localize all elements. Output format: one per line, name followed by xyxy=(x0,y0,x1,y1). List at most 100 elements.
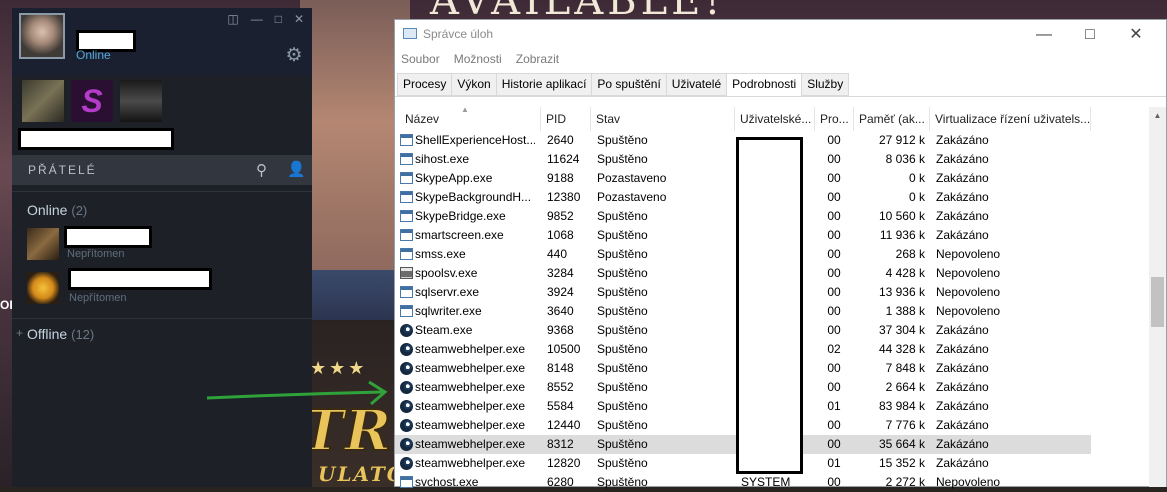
process-pid: 9368 xyxy=(547,323,574,337)
group-online-header[interactable]: Online (2) xyxy=(27,202,87,218)
process-status: Spuštěno xyxy=(597,304,648,318)
process-name: steamwebhelper.exe xyxy=(415,342,526,356)
divider xyxy=(12,318,312,319)
process-memory: 7 776 k xyxy=(885,418,925,432)
group-offline-count: (12) xyxy=(71,327,95,342)
table-row[interactable]: svchost.exe 6280 Spuštěno SYSTEM 00 2 272 k Ne… xyxy=(395,473,1091,492)
minimize-icon[interactable]: — xyxy=(251,12,263,26)
column-header-user[interactable]: Uživatelské... xyxy=(735,107,815,131)
process-cpu: 00 xyxy=(827,475,841,489)
menu-soubor[interactable]: Soubor xyxy=(401,52,440,66)
window-icon xyxy=(400,191,413,203)
process-pid: 8148 xyxy=(547,361,574,375)
process-uac-virtualization: Zakázáno xyxy=(936,152,989,166)
friends-header: PŘÁTELÉ ⚲ 👤 xyxy=(12,155,312,185)
window-icon xyxy=(400,476,413,488)
process-uac-virtualization: Nepovoleno xyxy=(936,247,1001,261)
menu-zobrazit[interactable]: Zobrazit xyxy=(516,52,559,66)
gear-icon[interactable]: ⚙ xyxy=(284,46,304,66)
group-offline-header[interactable]: Offline (12) xyxy=(27,326,94,342)
process-user: SYSTEM xyxy=(741,475,791,489)
tab-procesy[interactable]: Procesy xyxy=(397,73,453,96)
window-icon xyxy=(400,229,413,241)
column-header-cpu[interactable]: Pro... xyxy=(815,107,854,131)
process-uac-virtualization: Zakázáno xyxy=(936,342,989,356)
self-status[interactable]: Online xyxy=(76,48,111,62)
game-tile[interactable]: S xyxy=(71,80,113,122)
process-pid: 12440 xyxy=(547,418,581,432)
game-tile[interactable] xyxy=(120,80,162,122)
tab-po-spusteni[interactable]: Po spuštění xyxy=(591,73,667,96)
process-uac-virtualization: Zakázáno xyxy=(936,418,989,432)
friend-avatar[interactable] xyxy=(27,228,59,260)
process-pid: 12380 xyxy=(547,190,581,204)
process-uac-virtualization: Zakázáno xyxy=(936,133,989,147)
process-name: steamwebhelper.exe xyxy=(415,380,526,394)
maximize-icon[interactable]: □ xyxy=(1067,22,1113,48)
process-uac-virtualization: Nepovoleno xyxy=(936,304,1001,318)
tab-podrobnosti[interactable]: Podrobnosti xyxy=(726,73,803,97)
close-icon[interactable]: ✕ xyxy=(294,12,304,26)
process-cpu: 01 xyxy=(827,456,841,470)
process-name: ShellExperienceHost.... xyxy=(415,133,535,147)
steam-icon xyxy=(400,362,413,375)
tab-bar: Procesy Výkon Historie aplikací Po spušt… xyxy=(397,73,850,97)
restore-icon[interactable]: ◫ xyxy=(227,12,238,26)
redacted-friend-name xyxy=(68,268,212,290)
column-header-pid[interactable]: PID xyxy=(541,107,591,131)
column-header-uac-virtualization[interactable]: Virtualizace řízení uživatels... xyxy=(930,107,1091,131)
close-icon[interactable]: ✕ xyxy=(1113,22,1159,48)
process-pid: 11624 xyxy=(547,152,580,166)
steam-title-bar: Online ◫ — □ ✕ ⚙ xyxy=(12,8,312,76)
process-cpu: 00 xyxy=(827,437,841,451)
process-cpu: 00 xyxy=(827,380,841,394)
process-cpu: 00 xyxy=(827,361,841,375)
annotation-arrow xyxy=(206,380,388,406)
scroll-up-icon[interactable]: ▲ xyxy=(1149,107,1166,124)
process-cpu: 00 xyxy=(827,247,841,261)
process-uac-virtualization: Zakázáno xyxy=(936,380,989,394)
tab-sluzby[interactable]: Služby xyxy=(801,73,850,96)
friend-avatar[interactable] xyxy=(27,272,59,304)
tab-uzivatele[interactable]: Uživatelé xyxy=(665,73,728,96)
window-icon xyxy=(400,210,413,222)
vertical-scrollbar[interactable]: ▲ xyxy=(1149,107,1166,487)
steam-friends-window: Online ◫ — □ ✕ ⚙ S PŘÁTELÉ ⚲ 👤 Online (2… xyxy=(12,8,312,487)
tab-divider xyxy=(395,96,1166,97)
process-cpu: 00 xyxy=(827,285,841,299)
process-memory: 1 388 k xyxy=(885,304,925,318)
process-name: spoolsv.exe xyxy=(415,266,478,280)
expand-icon[interactable]: + xyxy=(16,326,23,340)
process-name: Steam.exe xyxy=(415,323,473,337)
process-cpu: 00 xyxy=(827,152,841,166)
process-pid: 440 xyxy=(547,247,568,261)
tab-historie-aplikaci[interactable]: Historie aplikací xyxy=(495,73,593,96)
group-online-label: Online xyxy=(27,202,68,218)
column-header-status[interactable]: Stav xyxy=(591,107,735,131)
process-pid: 8552 xyxy=(547,380,574,394)
process-status: Spuštěno xyxy=(597,323,648,337)
column-header-memory[interactable]: Paměť (ak... xyxy=(854,107,930,131)
process-uac-virtualization: Zakázáno xyxy=(936,228,989,242)
scroll-thumb[interactable] xyxy=(1151,277,1164,327)
redacted-text xyxy=(18,128,174,150)
process-cpu: 00 xyxy=(827,209,841,223)
add-friend-icon[interactable]: 👤 xyxy=(287,160,306,178)
column-header-name[interactable]: Název xyxy=(400,107,541,131)
tab-vykon[interactable]: Výkon xyxy=(451,73,497,96)
process-pid: 12820 xyxy=(547,456,581,470)
minimize-icon[interactable]: — xyxy=(1021,22,1067,48)
menu-moznosti[interactable]: Možnosti xyxy=(454,52,502,66)
process-memory: 8 036 k xyxy=(885,152,925,166)
process-uac-virtualization: Zakázáno xyxy=(936,361,989,375)
process-uac-virtualization: Zakázáno xyxy=(936,323,989,337)
search-icon[interactable]: ⚲ xyxy=(256,161,267,179)
avatar[interactable] xyxy=(19,13,65,59)
process-uac-virtualization: Zakázáno xyxy=(936,171,989,185)
group-offline-label: Offline xyxy=(27,326,68,342)
maximize-icon[interactable]: □ xyxy=(275,12,282,26)
game-tile[interactable] xyxy=(22,80,64,122)
process-memory: 83 984 k xyxy=(878,399,925,413)
process-uac-virtualization: Nepovoleno xyxy=(936,285,1001,299)
process-memory: 268 k xyxy=(895,247,925,261)
